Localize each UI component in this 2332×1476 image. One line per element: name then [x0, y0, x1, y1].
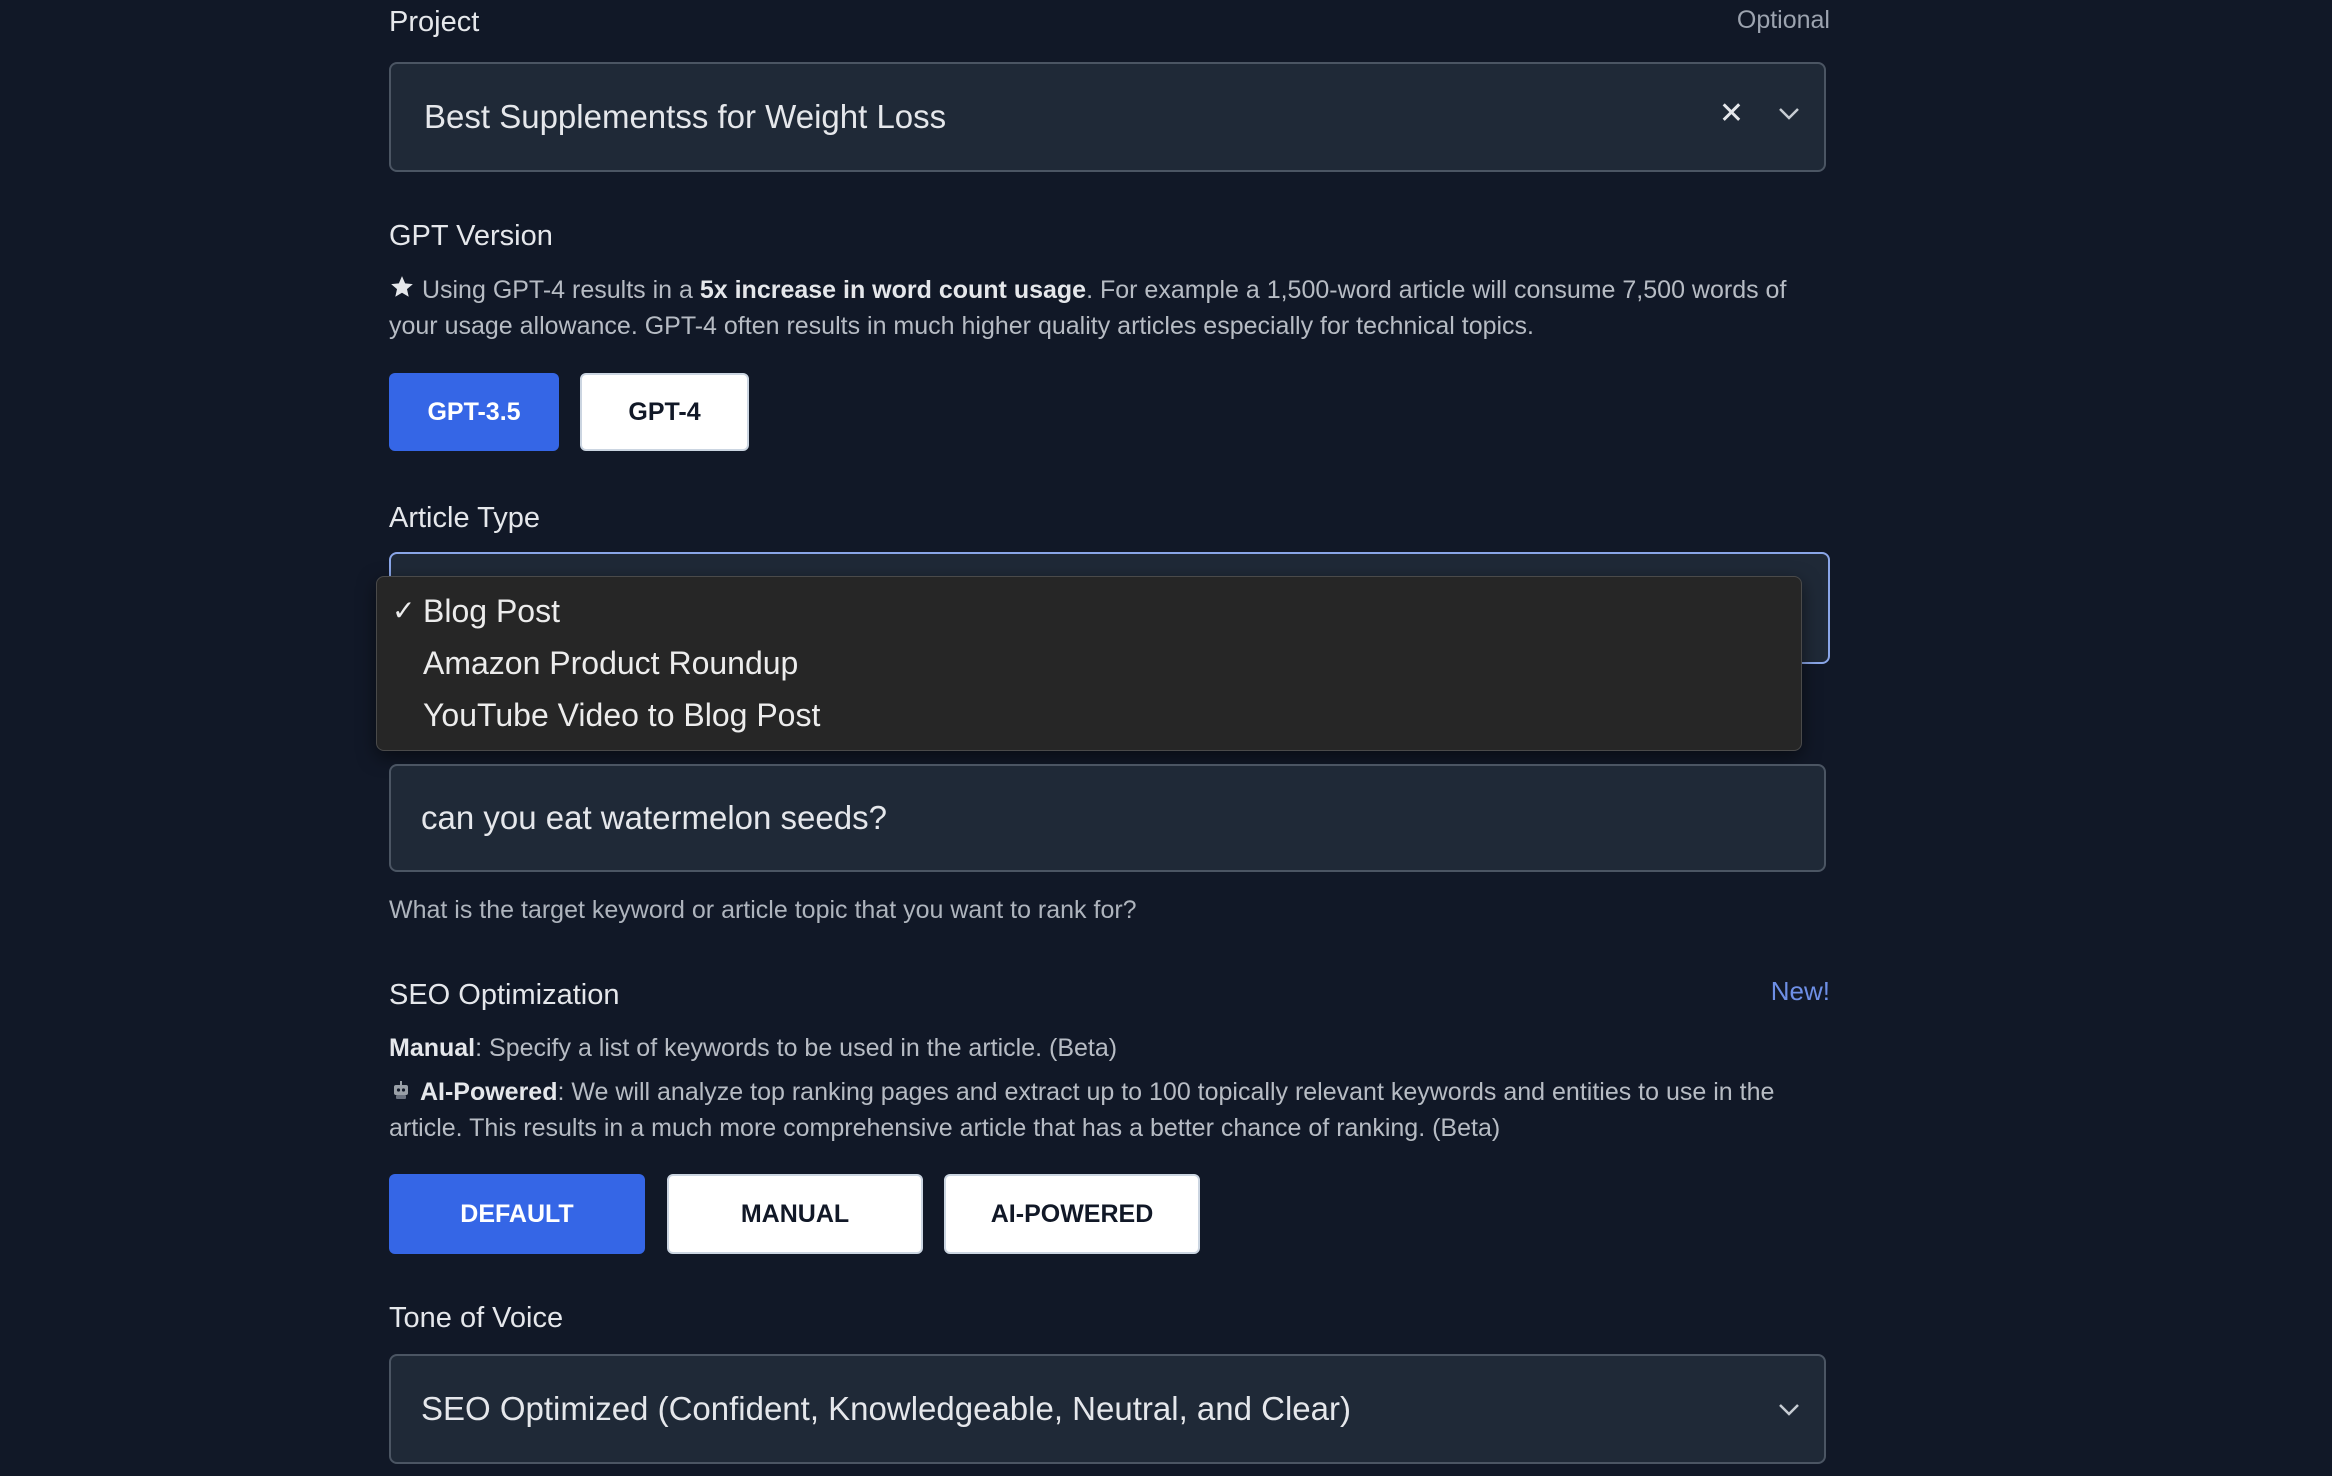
gpt-desc-bold: 5x increase in word count usage [699, 276, 1087, 304]
seo-ai-description: AI-Powered: We will analyze top ranking … [389, 1074, 1830, 1146]
topic-input-value: can you eat watermelon seeds? [421, 799, 887, 836]
project-select[interactable]: Best Supplementss for Weight Loss ✕ [389, 62, 1826, 172]
seo-default-button[interactable]: DEFAULT [389, 1174, 645, 1254]
seo-manual-button[interactable]: MANUAL [667, 1174, 923, 1254]
article-type-label: Article Type [389, 502, 540, 534]
robot-icon [394, 1081, 408, 1099]
option-label: Blog Post [423, 593, 560, 629]
seo-ai-powered-button[interactable]: AI-POWERED [944, 1174, 1200, 1254]
seo-optimization-label: SEO Optimization [389, 979, 620, 1011]
article-type-dropdown: ✓ Blog Post Amazon Product Roundup YouTu… [376, 576, 1802, 751]
tone-of-voice-label: Tone of Voice [389, 1302, 564, 1334]
gpt-3-5-button[interactable]: GPT-3.5 [389, 373, 559, 451]
dropdown-option-amazon-product-roundup[interactable]: Amazon Product Roundup [377, 637, 1801, 689]
gpt-version-label: GPT Version [389, 220, 553, 252]
project-label: Project [389, 6, 480, 38]
seo-manual-bold: Manual [389, 1034, 476, 1062]
project-optional-note: Optional [1736, 6, 1830, 34]
seo-manual-text: : Specify a list of keywords to be used … [475, 1034, 1118, 1062]
option-label: Amazon Product Roundup [423, 645, 799, 681]
option-label: YouTube Video to Blog Post [423, 697, 821, 733]
new-badge: New! [1770, 976, 1830, 1006]
clear-icon[interactable]: ✕ [1719, 96, 1744, 132]
star-icon [391, 276, 413, 297]
seo-ai-bold: AI-Powered [419, 1078, 558, 1106]
checkmark-icon: ✓ [392, 595, 416, 626]
project-select-value: Best Supplementss for Weight Loss [424, 98, 947, 135]
dropdown-option-youtube-video-to-blog-post[interactable]: YouTube Video to Blog Post [377, 689, 1801, 741]
seo-ai-text: : We will analyze top ranking pages and … [389, 1078, 1775, 1142]
gpt-4-button[interactable]: GPT-4 [580, 373, 749, 451]
topic-helper-text: What is the target keyword or article to… [389, 896, 1137, 924]
chevron-down-icon[interactable] [1778, 1398, 1800, 1420]
chevron-down-icon[interactable] [1778, 102, 1800, 124]
dropdown-option-blog-post[interactable]: ✓ Blog Post [377, 585, 1801, 637]
gpt-desc-pre: Using GPT-4 results in a [421, 276, 700, 304]
seo-manual-description: Manual: Specify a list of keywords to be… [389, 1030, 1830, 1066]
article-form: Project Optional Best Supplementss for W… [376, 0, 1830, 1476]
tone-of-voice-value: SEO Optimized (Confident, Knowledgeable,… [421, 1390, 1351, 1427]
gpt-version-description: Using GPT-4 results in a 5x increase in … [389, 272, 1830, 344]
topic-input[interactable]: can you eat watermelon seeds? [389, 764, 1826, 872]
tone-of-voice-select[interactable]: SEO Optimized (Confident, Knowledgeable,… [389, 1354, 1826, 1464]
